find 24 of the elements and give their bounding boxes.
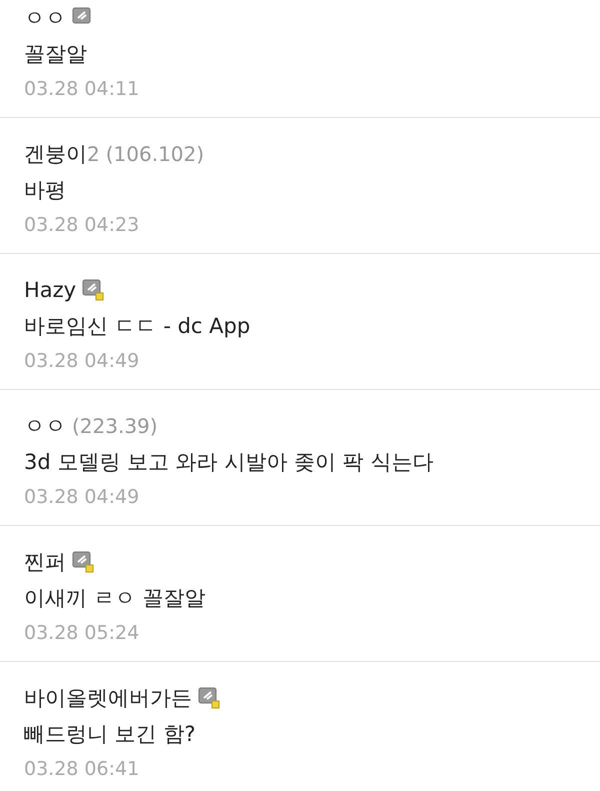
comment-text: 꼴잘알 xyxy=(24,41,87,68)
ip-address: (106.102) xyxy=(106,142,204,166)
comment-text: 이새끼 ㄹㅇ 꼴잘알 xyxy=(24,585,206,612)
name-suffix: 2 xyxy=(87,142,100,166)
author-name: 바이올렛에버가든 xyxy=(24,685,192,712)
comment-time: 03.28 04:49 xyxy=(24,486,140,508)
comment-text: 바평 xyxy=(24,177,66,204)
ip-address: (223.39) xyxy=(72,414,158,438)
author-name: ㅇㅇ xyxy=(24,413,66,440)
author-name: ㅇㅇ xyxy=(24,5,66,32)
author-name: 찐퍼 xyxy=(24,549,66,576)
comment-time: 03.28 05:24 xyxy=(24,622,140,644)
comment-time: 03.28 04:49 xyxy=(24,350,140,372)
comment-text: 빼드렁니 보긴 함? xyxy=(24,721,196,748)
author-name: Hazy xyxy=(24,278,76,302)
gallog-icon xyxy=(198,687,220,709)
gallog-icon xyxy=(72,551,94,573)
comment-text: 3d 모델링 보고 와라 시발아 좆이 팍 식는다 xyxy=(24,449,434,476)
comment-text: 바로임신 ㄷㄷ - dc App xyxy=(24,313,250,340)
comment-time: 03.28 04:23 xyxy=(24,214,140,236)
comment-time: 03.28 06:41 xyxy=(24,758,140,780)
gallog-icon xyxy=(82,279,104,301)
author-name: 겐붕이 2 xyxy=(24,141,100,168)
comment-time: 03.28 04:11 xyxy=(24,78,140,100)
